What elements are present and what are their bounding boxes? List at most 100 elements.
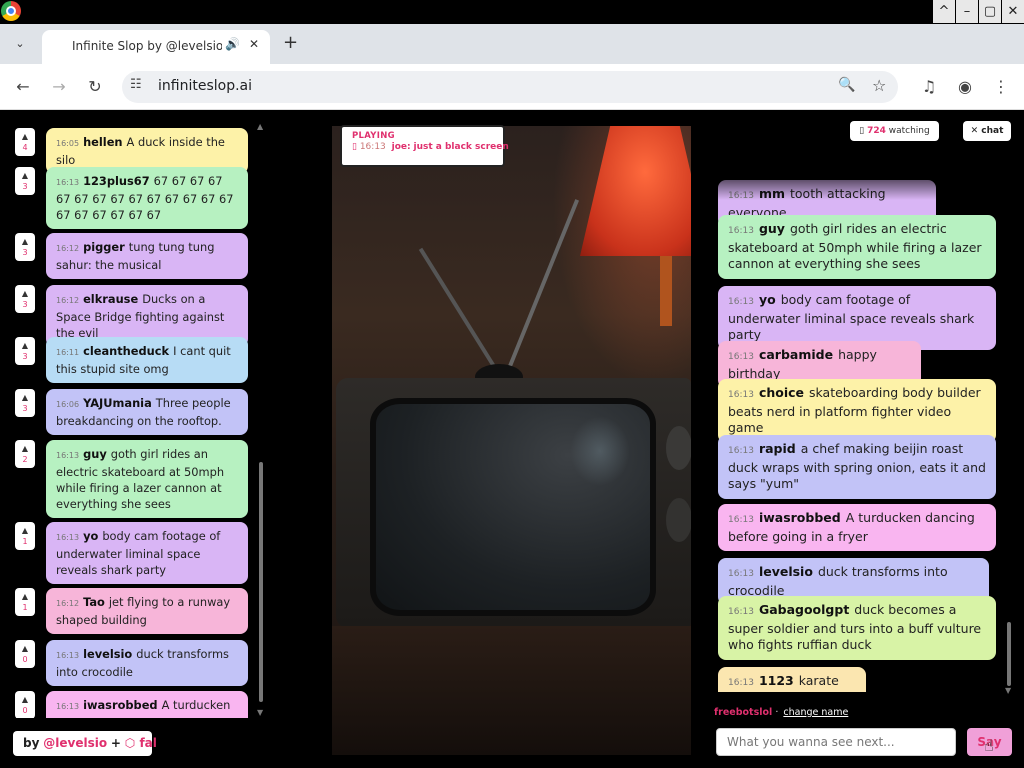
queue-row: ▲ 4 16:05 hellen A duck inside the silo xyxy=(0,128,256,174)
upvote-button[interactable]: ▲ 3 xyxy=(15,337,35,365)
chat-message: 16:13 guy goth girl rides an electric skat… xyxy=(718,215,996,279)
window-restore-icon[interactable]: ^ xyxy=(933,0,955,23)
window-minimize-button[interactable]: – xyxy=(956,0,978,23)
chat-message: 16:13 choice skateboarding body builder be… xyxy=(718,379,996,443)
upvote-button[interactable]: ▲ 2 xyxy=(15,440,35,468)
address-bar[interactable]: ☷ infiniteslop.ai 🔍 ☆ xyxy=(122,71,898,103)
queue-item-time: 16:13 xyxy=(56,702,80,711)
queue-item-user: levelsio xyxy=(83,647,133,661)
chat-message-user: iwasrobbed xyxy=(758,510,841,525)
queue-scroll-up-icon[interactable]: ▲ xyxy=(257,122,263,131)
queue-item-time: 16:11 xyxy=(56,348,80,357)
watching-count-badge: ▯ 724 watching xyxy=(850,121,939,141)
queue-item-user: 123plus67 xyxy=(83,174,150,188)
chat-message-time: 16:13 xyxy=(728,390,754,400)
chat-message-user: rapid xyxy=(758,441,796,456)
queue-item[interactable]: 16:11 cleantheduck I cant quit this stupid… xyxy=(46,337,248,383)
upvote-button[interactable]: ▲ 3 xyxy=(15,167,35,195)
upvote-button[interactable]: ▲ 1 xyxy=(15,588,35,616)
credit-plus: + xyxy=(110,736,121,750)
vote-count: 0 xyxy=(22,706,28,715)
tv-cabinet xyxy=(332,626,691,755)
upvote-button[interactable]: ▲ 0 xyxy=(15,691,35,718)
eye-icon: ▯ xyxy=(859,126,865,136)
upvote-button[interactable]: ▲ 3 xyxy=(15,233,35,261)
upvote-arrow-icon: ▲ xyxy=(21,171,29,180)
hand-cursor-icon: ☝ xyxy=(984,736,994,755)
credit-badge[interactable]: by @levelsio + ⬡ fal xyxy=(13,731,157,756)
queue-item-time: 16:13 xyxy=(56,451,80,460)
queue-item-text: A duck inside the silo xyxy=(56,135,225,167)
playing-prompt: ▯ 16:13 joe: just a black screen xyxy=(352,142,509,152)
queue-item[interactable]: 16:13 levelsio duck transforms into crocod… xyxy=(46,640,248,686)
credit-author-link[interactable]: @levelsio xyxy=(43,736,107,750)
upvote-arrow-icon: ▲ xyxy=(21,132,29,141)
chat-message: 16:131123karate Goth xyxy=(718,667,866,692)
queue-item-text: Ducks on a Space Bridge fighting against… xyxy=(56,292,225,340)
window-close-button[interactable]: ✕ xyxy=(1002,0,1024,23)
queue-item[interactable]: 16:13 yo body cam footage of underwater li… xyxy=(46,522,248,584)
upvote-button[interactable]: ▲ 3 xyxy=(15,285,35,313)
chat-message-time: 16:13 xyxy=(728,297,754,307)
queue-item-time: 16:13 xyxy=(56,651,80,660)
site-info-icon[interactable]: ☷ xyxy=(130,77,142,92)
queue-scrollbar[interactable] xyxy=(259,462,263,702)
upvote-button[interactable]: ▲ 4 xyxy=(15,128,35,156)
tab-title: Infinite Slop by @levelsio xyxy=(72,39,222,53)
upvote-button[interactable]: ▲ 1 xyxy=(15,522,35,550)
prompt-input[interactable] xyxy=(716,728,956,756)
tab-close-icon[interactable]: ✕ xyxy=(249,37,259,51)
chat-message-user: guy xyxy=(758,221,785,236)
upvote-arrow-icon: ▲ xyxy=(21,341,29,350)
queue-scroll-down-icon[interactable]: ▼ xyxy=(257,708,263,717)
zoom-icon[interactable]: 🔍 xyxy=(838,77,855,93)
queue-item[interactable]: 16:06 YAJUmania Three people breakdancing … xyxy=(46,389,248,435)
queue-row: ▲ 1 16:12 Tao jet flying to a runway shaped … xyxy=(0,588,256,634)
chat-scrollbar[interactable] xyxy=(1007,622,1011,686)
upvote-arrow-icon: ▲ xyxy=(21,237,29,246)
new-tab-button[interactable]: + xyxy=(283,33,298,53)
queue-row: ▲ 3 16:06 YAJUmania Three people breakdancin… xyxy=(0,389,256,435)
tab-search-dropdown-icon[interactable]: ⌄ xyxy=(10,34,30,54)
playing-label: PLAYING xyxy=(352,131,395,141)
chat-message: 16:13 rapid a chef making beijin roast duc… xyxy=(718,435,996,499)
chat-message-time: 16:13 xyxy=(728,678,754,688)
url-text[interactable]: infiniteslop.ai xyxy=(158,78,252,94)
media-controls-icon[interactable]: ♫ xyxy=(918,76,940,98)
chat-message-time: 16:13 xyxy=(728,446,754,456)
reload-icon[interactable]: ↻ xyxy=(84,76,106,98)
change-name-link[interactable]: change name xyxy=(783,707,848,718)
queue-item[interactable]: 16:12 Tao jet flying to a runway shaped bu… xyxy=(46,588,248,634)
upvote-button[interactable]: ▲ 0 xyxy=(15,640,35,668)
window-maximize-button[interactable]: ▢ xyxy=(979,0,1001,23)
queue-item-time: 16:05 xyxy=(56,139,80,148)
browser-menu-icon[interactable]: ⋮ xyxy=(990,76,1012,98)
forward-icon[interactable]: → xyxy=(48,76,70,98)
back-icon[interactable]: ← xyxy=(12,76,34,98)
profile-icon[interactable]: ◉ xyxy=(954,76,976,98)
queue-item[interactable]: 16:13 guy goth girl rides an electric skat… xyxy=(46,440,248,518)
vote-count: 3 xyxy=(22,182,28,191)
queue-item[interactable]: 16:13 123plus67 67 67 67 67 67 67 67 67 67… xyxy=(46,167,248,229)
app-root: ▲ 4 16:05 hellen A duck inside the silo ▲ 3 16:… xyxy=(0,110,1024,768)
browser-toolbar: ← → ↻ ☷ infiniteslop.ai 🔍 ☆ ♫ ◉ ⋮ xyxy=(0,64,1024,110)
tab-active[interactable]: Infinite Slop by @levelsio 🔊 ✕ xyxy=(42,30,270,64)
chat-scroll-down-icon[interactable]: ▼ xyxy=(1005,686,1011,695)
upvote-arrow-icon: ▲ xyxy=(21,526,29,535)
queue-item-user: hellen xyxy=(83,135,123,149)
fal-logo[interactable]: ⬡ fal xyxy=(125,736,157,750)
upvote-button[interactable]: ▲ 3 xyxy=(15,389,35,417)
queue-item-text: tung tung tung sahur: the musical xyxy=(56,240,215,272)
bookmark-star-icon[interactable]: ☆ xyxy=(872,76,886,95)
queue-item-user: iwasrobbed xyxy=(83,698,158,712)
video-player[interactable] xyxy=(332,126,691,755)
browser-chrome: ⌄ Infinite Slop by @levelsio 🔊 ✕ + ← → ↻… xyxy=(0,24,1024,110)
lamp-base xyxy=(660,256,672,326)
queue-item[interactable]: 16:13iwasrobbedA turducken dancing befor… xyxy=(46,691,248,718)
watching-label: watching xyxy=(888,126,930,136)
vote-count: 4 xyxy=(22,143,28,152)
speaker-icon[interactable]: 🔊 xyxy=(225,37,240,51)
upvote-arrow-icon: ▲ xyxy=(21,695,29,704)
chat-toggle-button[interactable]: ✕ chat xyxy=(963,121,1011,141)
queue-item[interactable]: 16:12 pigger tung tung tung sahur: the mus… xyxy=(46,233,248,279)
